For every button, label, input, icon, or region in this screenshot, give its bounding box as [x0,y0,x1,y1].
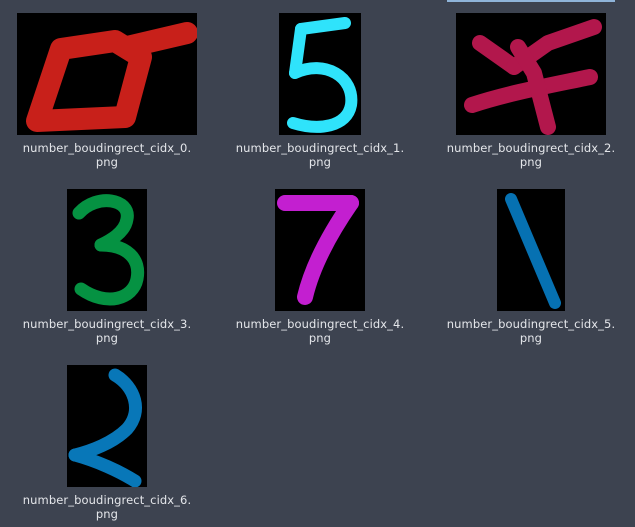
file-name: number_boudingrect_cidx_0. png [22,141,192,169]
digit-4-thumbnail [456,13,606,135]
file-item[interactable]: number_boudingrect_cidx_3. png [7,189,207,345]
file-item[interactable]: number_boudingrect_cidx_5. png [431,189,631,345]
search-field-edge[interactable] [447,0,615,2]
file-name: number_boudingrect_cidx_5. png [446,317,616,345]
digit-1-thumbnail [497,189,565,311]
file-name: number_boudingrect_cidx_6. png [22,493,192,521]
file-name: number_boudingrect_cidx_2. png [446,141,616,169]
file-name: number_boudingrect_cidx_4. png [235,317,405,345]
file-item[interactable]: number_boudingrect_cidx_0. png [7,13,207,169]
digit-7-thumbnail [275,189,365,311]
file-name: number_boudingrect_cidx_1. png [235,141,405,169]
digit-4-thumbnail [17,13,197,135]
file-item[interactable]: number_boudingrect_cidx_6. png [7,365,207,521]
file-item[interactable]: number_boudingrect_cidx_2. png [431,13,631,169]
file-item[interactable]: number_boudingrect_cidx_4. png [220,189,420,345]
digit-5-thumbnail [279,13,361,135]
file-item[interactable]: number_boudingrect_cidx_1. png [220,13,420,169]
digit-3-thumbnail [67,189,147,311]
file-name: number_boudingrect_cidx_3. png [22,317,192,345]
digit-2-thumbnail [67,365,147,487]
